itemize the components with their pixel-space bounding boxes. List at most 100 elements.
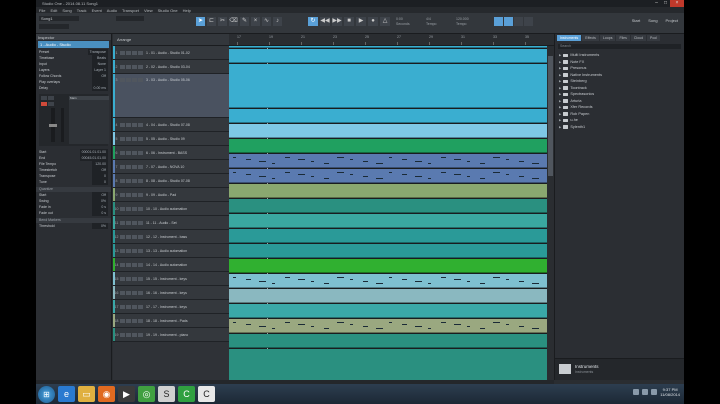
track-mute-button[interactable] — [120, 150, 125, 155]
track-header[interactable]: 99 - 09 - Audio - Pad — [113, 188, 229, 202]
track-solo-button[interactable] — [126, 150, 131, 155]
track-header[interactable]: 55 - 05 - Audio - Studio 09 — [113, 132, 229, 146]
expand-arrow-icon[interactable]: ▶ — [559, 66, 561, 70]
browser-tab-pool[interactable]: Pool — [647, 35, 661, 41]
track-lane-event[interactable] — [229, 274, 547, 288]
volume-icon[interactable] — [642, 389, 649, 395]
menu-item-song[interactable]: Song — [62, 8, 71, 13]
bend-icon[interactable]: ∿ — [262, 17, 271, 26]
track-name[interactable]: 2 - 02 - Audio - Studio 03-04 — [146, 65, 216, 69]
track-lane-event[interactable] — [229, 349, 547, 380]
track-lane-event[interactable] — [229, 49, 547, 63]
track-header[interactable]: 13 13 - 13 - Audio automation — [113, 244, 229, 258]
track-header[interactable]: 77 - 07 - Audio - NOVA 10 — [113, 160, 229, 174]
browser-tab-files[interactable]: Files — [616, 35, 630, 41]
track-mute-button[interactable] — [120, 192, 125, 197]
track-header[interactable]: 14 14 - 14 - Audio automation — [113, 258, 229, 272]
track-lane-event[interactable] — [229, 124, 547, 138]
menu-item-audio[interactable]: Audio — [107, 8, 117, 13]
track-name[interactable]: 1 - 01 - Audio - Studio 01-02 — [146, 51, 216, 55]
track-header[interactable]: 16 16 - 16 - Instrument - keys — [113, 286, 229, 300]
track-mute-button[interactable] — [120, 164, 125, 169]
track-lane-event[interactable] — [229, 199, 547, 213]
track-solo-button[interactable] — [126, 64, 131, 69]
ie-icon[interactable]: e — [58, 386, 75, 402]
track-name[interactable]: 12 - 12 - Instrument - bass — [146, 235, 216, 239]
track-lane-event[interactable] — [229, 259, 547, 273]
start-button[interactable]: ⊞ — [38, 385, 55, 403]
track-lane-event[interactable] — [229, 214, 547, 228]
eraser-icon[interactable]: ⌫ — [229, 17, 238, 26]
track-mute-button[interactable] — [120, 234, 125, 239]
track-header[interactable]: 15 15 - 15 - Instrument - keys — [113, 272, 229, 286]
split-icon[interactable]: ✂ — [218, 17, 227, 26]
track-header[interactable]: 19 19 - 19 - Instrument - piano — [113, 328, 229, 342]
network-icon[interactable] — [633, 389, 640, 395]
paint-icon[interactable]: ✎ — [240, 17, 249, 26]
view-edit-button[interactable] — [514, 17, 523, 26]
track-lane-event[interactable] — [229, 319, 547, 333]
view-arrange-button[interactable] — [494, 17, 503, 26]
track-solo-button[interactable] — [126, 290, 131, 295]
track-name[interactable]: 17 - 17 - Instrument - keys — [146, 305, 216, 309]
inspector-row-value[interactable]: 0 — [92, 179, 108, 185]
track-record-button[interactable] — [132, 262, 137, 267]
menu-item-file[interactable]: File — [39, 8, 45, 13]
menu-item-help[interactable]: Help — [183, 8, 191, 13]
track-header[interactable]: 44 - 04 - Audio - Studio 07-08 — [113, 118, 229, 132]
menu-item-edit[interactable]: Edit — [50, 8, 57, 13]
track-lane-event[interactable] — [229, 244, 547, 258]
track-name[interactable]: 10 - 10 - Audio automation — [146, 207, 216, 211]
stop-icon[interactable]: ■ — [344, 17, 354, 26]
loop-icon[interactable]: ↻ — [308, 17, 318, 26]
volume-fader-handle[interactable] — [49, 124, 57, 127]
record-icon[interactable]: ● — [368, 17, 378, 26]
inspector-track-name[interactable]: 1 - Audio - Studio — [38, 41, 109, 48]
track-lane-event[interactable] — [229, 46, 547, 48]
track-mute-button[interactable] — [120, 122, 125, 127]
flag-icon[interactable] — [651, 389, 658, 395]
track-name[interactable]: 14 - 14 - Audio automation — [146, 263, 216, 267]
expand-arrow-icon[interactable]: ▶ — [559, 86, 561, 90]
track-monitor-button[interactable] — [138, 122, 143, 127]
track-header[interactable]: 18 18 - 18 - Instrument - Pads — [113, 314, 229, 328]
track-header[interactable]: 11 - 01 - Audio - Studio 01-02 — [113, 46, 229, 60]
track-lane-event[interactable] — [229, 289, 547, 303]
track-solo-button[interactable] — [126, 262, 131, 267]
track-monitor-button[interactable] — [138, 248, 143, 253]
track-record-button[interactable] — [132, 318, 137, 323]
song-field[interactable]: Song1 — [39, 16, 79, 21]
track-record-button[interactable] — [132, 164, 137, 169]
listen-icon[interactable]: ♪ — [273, 17, 282, 26]
track-mute-button[interactable] — [120, 220, 125, 225]
view-mix-button[interactable] — [504, 17, 513, 26]
camtasia-icon[interactable]: C — [178, 386, 195, 402]
camtasia2-icon[interactable]: C — [198, 386, 215, 402]
track-name[interactable]: 11 - 11 - Audio - Set — [146, 221, 216, 225]
track-monitor-button[interactable] — [138, 150, 143, 155]
track-lane-event[interactable] — [229, 304, 547, 318]
expand-arrow-icon[interactable]: ▶ — [559, 99, 561, 103]
track-mute-button[interactable] — [120, 290, 125, 295]
firefox-icon[interactable]: ◉ — [98, 386, 115, 402]
snap-field[interactable] — [116, 16, 144, 21]
expand-arrow-icon[interactable]: ▶ — [559, 92, 561, 96]
track-lane-event[interactable] — [229, 169, 547, 183]
browser-tab-cloud[interactable]: Cloud — [630, 35, 647, 41]
track-solo-button[interactable] — [126, 304, 131, 309]
menu-item-view[interactable]: View — [144, 8, 153, 13]
track-record-button[interactable] — [132, 276, 137, 281]
track-monitor-button[interactable] — [138, 332, 143, 337]
track-monitor-button[interactable] — [138, 304, 143, 309]
preset-field[interactable] — [39, 24, 69, 29]
track-solo-button[interactable] — [126, 220, 131, 225]
monitor-button[interactable] — [48, 102, 54, 106]
track-name[interactable]: 18 - 18 - Instrument - Pads — [146, 319, 216, 323]
track-monitor-button[interactable] — [138, 178, 143, 183]
solo-button[interactable] — [48, 96, 54, 100]
menu-item-studio-one[interactable]: Studio One — [158, 8, 178, 13]
maximize-button[interactable]: □ — [661, 0, 670, 7]
track-lane-event[interactable] — [229, 229, 547, 243]
browser-tab-loops[interactable]: Loops — [599, 35, 616, 41]
expand-arrow-icon[interactable]: ▶ — [559, 105, 561, 109]
